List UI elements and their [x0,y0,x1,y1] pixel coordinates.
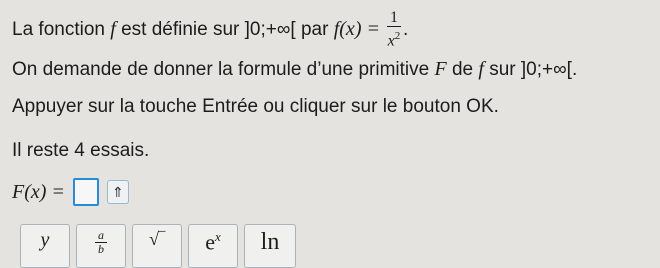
sqrt-button[interactable]: √‾ [132,224,182,268]
denominator-base: x [387,32,395,50]
attempts-remaining: Il reste 4 essais. [12,140,150,161]
function-definition: La fonction f est définie sur ]0;+∞[ par… [12,10,408,50]
fraction-button[interactable]: a b [76,224,126,268]
definition-end: . [402,19,409,41]
primitive-symbol: F [434,58,447,80]
definition-prefix: La fonction [12,19,111,41]
fraction-denominator: x2 [387,27,401,50]
ln-button[interactable]: ln [244,224,296,268]
instruction-text: Appuyer sur la touche Entrée ou cliquer … [12,96,499,117]
answer-label: F(x) = [12,181,65,204]
fraction-icon-den: b [98,242,104,256]
question-suffix: sur ]0;+∞[. [483,59,578,80]
power-button[interactable]: y [20,224,70,268]
definition-domain: est définie sur ]0;+∞[ par [115,19,334,41]
question-text: On demande de donner la formule d’une pr… [12,58,577,81]
sqrt-icon: √‾ [149,229,165,249]
math-toolbar: y a b √‾ ex ln [20,224,296,268]
function-lhs: f(x) = [333,18,385,41]
shift-up-icon: ⇑ [112,183,124,200]
exp-button[interactable]: ex [188,224,238,268]
function-fraction: 1 x2 [386,10,401,50]
answer-label-text: F(x) = [12,180,65,203]
fraction-icon-num: a [95,229,107,243]
fraction-icon: a b [95,229,107,256]
exp-base: e [205,229,215,255]
exp-sup: x [214,229,221,244]
question-prefix: On demande de donner la formule d’une pr… [12,59,435,80]
answer-input[interactable] [72,178,99,206]
ln-icon: ln [260,229,280,255]
denominator-exponent: 2 [394,30,401,42]
answer-row: F(x) = ⇑ [12,178,129,206]
fraction-numerator: 1 [386,10,401,27]
exp-icon: ex [205,229,221,255]
question-mid: de [446,59,479,80]
power-icon: y [40,229,50,251]
shift-button[interactable]: ⇑ [106,180,129,204]
